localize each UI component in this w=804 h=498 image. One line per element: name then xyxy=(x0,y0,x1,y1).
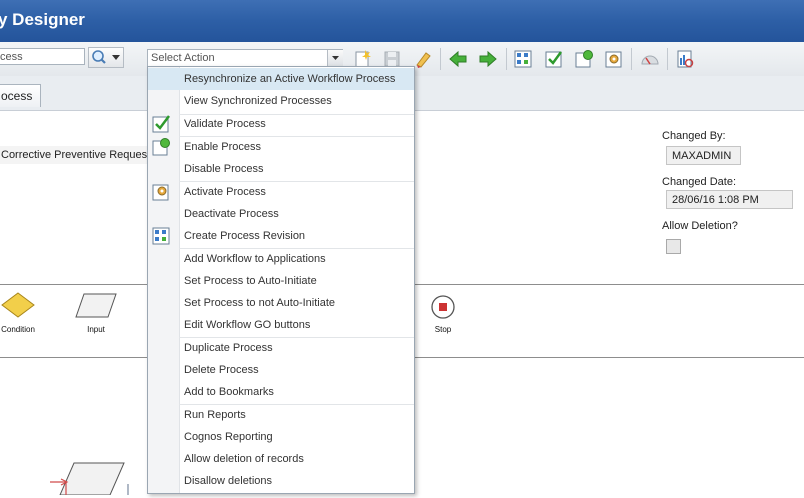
condition-label: Condition xyxy=(1,325,35,334)
app-title: y Designer xyxy=(0,10,85,29)
enable-process-icon xyxy=(152,138,170,156)
menu-item-allow-deletion[interactable]: Allow deletion of records xyxy=(148,448,414,470)
allow-deletion-label: Allow Deletion? xyxy=(662,220,738,232)
validate-check-icon xyxy=(152,115,170,133)
search-input[interactable]: cess xyxy=(0,48,85,65)
clear-changes-icon[interactable] xyxy=(413,49,433,69)
stop-label: Stop xyxy=(434,325,452,334)
menu-item-deactivate-process[interactable]: Deactivate Process xyxy=(148,203,414,225)
activate-process-icon[interactable] xyxy=(604,49,624,69)
condition-node-tool[interactable] xyxy=(0,292,36,320)
menu-item-delete-process[interactable]: Delete Process xyxy=(148,359,414,381)
validate-process-icon[interactable] xyxy=(544,49,564,69)
run-reports-icon[interactable] xyxy=(675,49,695,69)
tab-process[interactable]: ocess xyxy=(0,84,41,107)
toolbar-separator xyxy=(440,48,441,70)
allow-deletion-checkbox[interactable] xyxy=(666,239,681,254)
changed-date-label: Changed Date: xyxy=(662,176,736,188)
select-action-menu: Resynchronize an Active Workflow Process… xyxy=(147,66,415,494)
toolbar-separator xyxy=(631,48,632,70)
activate-gear-icon xyxy=(152,184,169,201)
gauge-icon[interactable] xyxy=(640,49,660,69)
toolbar-separator xyxy=(506,48,507,70)
previous-record-icon[interactable] xyxy=(448,49,468,69)
menu-item-run-reports[interactable]: Run Reports xyxy=(148,404,414,426)
title-bar: y Designer xyxy=(0,0,804,42)
canvas-input-node[interactable] xyxy=(48,460,138,496)
menu-item-auto-initiate[interactable]: Set Process to Auto-Initiate xyxy=(148,270,414,292)
menu-item-edit-go-buttons[interactable]: Edit Workflow GO buttons xyxy=(148,314,414,336)
select-action-dropdown[interactable]: Select Action xyxy=(147,49,343,67)
changed-by-field: MAXADMIN xyxy=(666,146,741,165)
menu-item-disallow-deletions[interactable]: Disallow deletions xyxy=(148,470,414,492)
changed-by-label: Changed By: xyxy=(662,130,726,142)
select-action-placeholder: Select Action xyxy=(151,52,215,64)
stop-icon xyxy=(431,295,455,319)
stop-node-tool[interactable] xyxy=(430,294,456,320)
menu-item-cognos-reporting[interactable]: Cognos Reporting xyxy=(148,426,414,448)
chevron-down-icon xyxy=(332,56,339,60)
menu-item-view-synchronized[interactable]: View Synchronized Processes xyxy=(148,90,414,112)
search-icon xyxy=(92,50,120,64)
menu-item-duplicate-process[interactable]: Duplicate Process xyxy=(148,337,414,359)
search-button[interactable] xyxy=(88,47,124,68)
select-action-arrow[interactable] xyxy=(327,50,343,66)
process-description-field[interactable]: Corrective Preventive Request xyxy=(0,146,150,164)
menu-item-enable-process[interactable]: Enable Process xyxy=(148,136,414,158)
create-revision-icon xyxy=(152,227,170,245)
next-record-icon[interactable] xyxy=(478,49,498,69)
condition-diamond-icon xyxy=(1,292,35,318)
menu-item-add-bookmarks[interactable]: Add to Bookmarks xyxy=(148,381,414,403)
menu-item-not-auto-initiate[interactable]: Set Process to not Auto-Initiate xyxy=(148,292,414,314)
menu-item-disable-process[interactable]: Disable Process xyxy=(148,158,414,180)
input-parallelogram-icon xyxy=(75,293,117,318)
input-label: Input xyxy=(87,325,105,334)
create-revision-icon[interactable] xyxy=(513,49,533,69)
toolbar-separator xyxy=(667,48,668,70)
chevron-down-icon xyxy=(112,55,120,60)
menu-item-activate-process[interactable]: Activate Process xyxy=(148,181,414,203)
input-node-tool[interactable] xyxy=(74,293,118,319)
enable-process-icon[interactable] xyxy=(574,49,594,69)
menu-item-validate-process[interactable]: Validate Process xyxy=(148,113,414,135)
menu-item-add-workflow[interactable]: Add Workflow to Applications xyxy=(148,248,414,270)
menu-item-resynchronize[interactable]: Resynchronize an Active Workflow Process xyxy=(148,68,414,90)
input-parallelogram-icon xyxy=(50,462,129,496)
changed-date-field: 28/06/16 1:08 PM xyxy=(666,190,793,209)
menu-item-create-revision[interactable]: Create Process Revision xyxy=(148,225,414,247)
